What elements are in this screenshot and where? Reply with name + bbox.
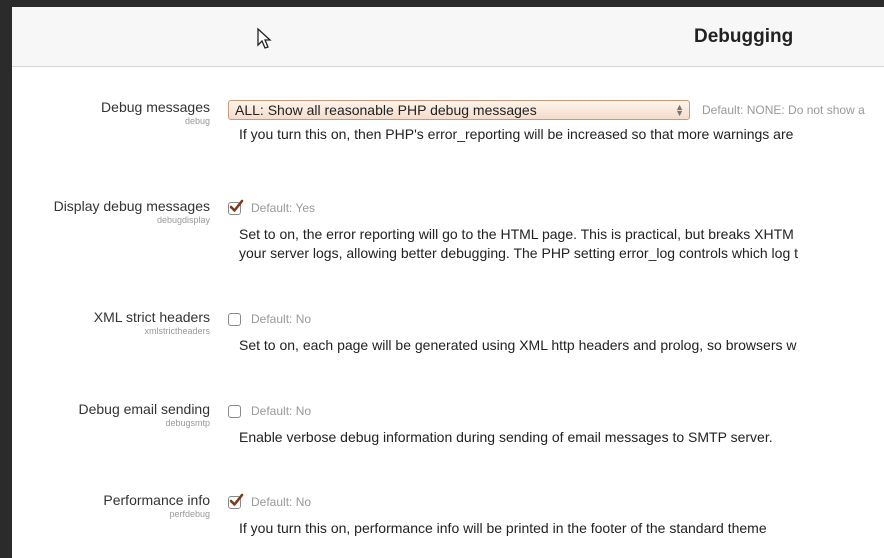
setting-key: perfdebug: [169, 509, 210, 519]
checkmark-icon: [229, 199, 244, 212]
admin-settings-panel: Debugging Debug messages debug ALL: Show…: [12, 7, 884, 558]
debug-messages-select[interactable]: ALL: Show all reasonable PHP debug messa…: [228, 100, 690, 120]
page-header: Debugging: [12, 7, 884, 67]
xml-strict-headers-checkbox[interactable]: [228, 312, 241, 326]
setting-label: Display debug messages: [53, 198, 210, 214]
debug-email-checkbox[interactable]: [228, 404, 241, 418]
default-value: Default: No: [251, 312, 312, 326]
select-arrows-icon: ▲ ▼: [675, 102, 684, 118]
setting-label: XML strict headers: [93, 309, 210, 325]
setting-label: Performance info: [103, 492, 210, 508]
setting-description: If you turn this on, performance info wi…: [239, 520, 767, 536]
setting-description: Enable verbose debug information during …: [239, 429, 773, 445]
page-title: Debugging: [694, 26, 794, 47]
default-value: Default: NONE: Do not show a: [702, 103, 865, 117]
default-value: Default: No: [251, 495, 312, 509]
setting-key: xmlstrictheaders: [144, 326, 210, 336]
display-debug-checkbox[interactable]: [228, 199, 244, 215]
setting-description: Set to on, the error reporting will go t…: [239, 226, 799, 261]
setting-key: debugdisplay: [156, 215, 210, 225]
setting-label: Debug messages: [101, 99, 210, 115]
select-value: ALL: Show all reasonable PHP debug messa…: [235, 102, 537, 118]
setting-label: Debug email sending: [78, 401, 210, 417]
mouse-pointer-icon: [257, 27, 272, 49]
default-value: Default: No: [251, 404, 312, 418]
default-value: Default: Yes: [251, 201, 316, 215]
performance-info-checkbox[interactable]: [228, 493, 244, 509]
setting-description: If you turn this on, then PHP's error_re…: [239, 126, 794, 142]
setting-description: Set to on, each page will be generated u…: [239, 337, 797, 353]
setting-key: debugsmtp: [165, 418, 210, 428]
setting-key: debug: [184, 116, 210, 126]
checkmark-icon: [229, 493, 244, 506]
